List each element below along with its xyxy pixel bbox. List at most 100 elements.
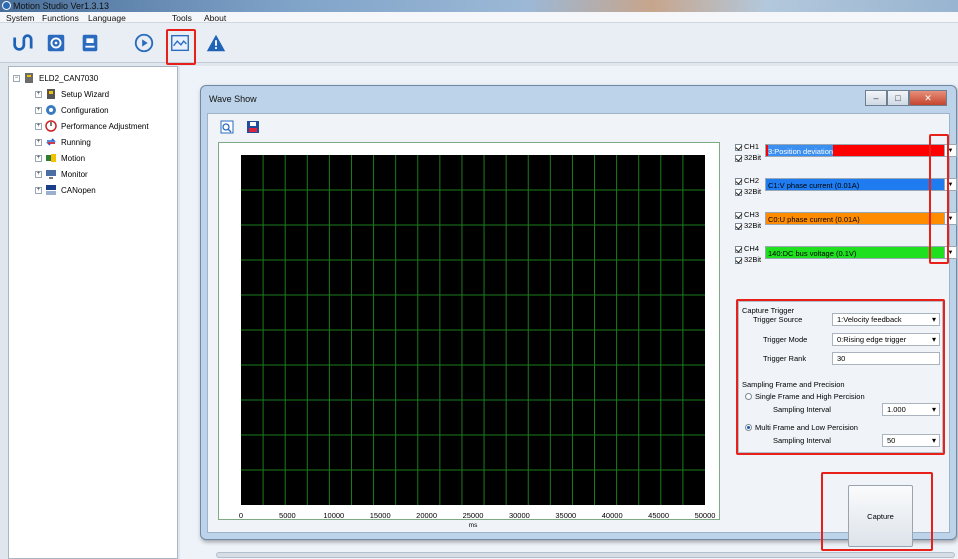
x-tick-label: 0 — [238, 511, 244, 520]
expand-icon[interactable]: + — [35, 122, 42, 130]
config-button[interactable] — [44, 31, 68, 55]
ch4-32bit-checkbox[interactable] — [735, 256, 742, 264]
ch1-32bit-checkbox[interactable] — [735, 154, 742, 162]
ch4-32bit-label: 32Bit — [744, 255, 762, 264]
ch1-label: CH1 — [744, 142, 760, 151]
x-tick-label: 45000 — [648, 511, 670, 520]
menu-system[interactable]: System — [6, 13, 34, 23]
horizontal-scrollbar[interactable] — [216, 552, 955, 558]
ch2-select[interactable]: C1:V phase current (0.01A) — [765, 178, 945, 191]
ch3-32bit-label: 32Bit — [744, 221, 762, 230]
tree-root[interactable]: − ELD2_CAN7030 — [13, 71, 98, 85]
window-controls: – □ ✕ — [865, 90, 947, 106]
ch4-value: 140:DC bus voltage (0.1V) — [768, 249, 857, 258]
x-tick-label: 15000 — [369, 511, 391, 520]
app-title: Motion Studio Ver1.3.13 — [13, 1, 110, 11]
highlight-capture-settings — [736, 299, 945, 455]
wizard-icon — [47, 89, 55, 99]
tree-root-label: ELD2_CAN7030 — [39, 73, 99, 83]
tree-item-motion[interactable]: + Motion — [35, 151, 85, 165]
menu-functions[interactable]: Functions — [42, 13, 79, 23]
motor-button[interactable] — [10, 31, 34, 55]
ch1-select[interactable]: 3:Position deviation — [765, 144, 945, 157]
tree-item-performance-adjustment[interactable]: + Performance Adjustment — [35, 119, 149, 133]
ch1-32bit-label: 32Bit — [744, 153, 762, 162]
x-tick-label: 10000 — [323, 511, 345, 520]
tree-item-label: CANopen — [61, 185, 96, 195]
toolbar — [0, 23, 958, 63]
wave-plot — [241, 155, 705, 505]
x-axis-unit: ms — [468, 522, 478, 529]
drive-icon — [25, 73, 33, 83]
tree-item-configuration[interactable]: + Configuration — [35, 103, 109, 117]
menu-bar: System Functions Language Tools About — [0, 12, 958, 23]
expand-icon[interactable]: + — [35, 186, 42, 194]
save-icon[interactable] — [246, 120, 260, 134]
tree-item-setup-wizard[interactable]: + Setup Wizard — [35, 87, 109, 101]
expand-icon[interactable]: + — [35, 138, 42, 146]
x-tick-label: 25000 — [462, 511, 484, 520]
ch3-checkbox[interactable] — [735, 211, 742, 219]
tree-item-label: Monitor — [61, 169, 88, 179]
tree-item-canopen[interactable]: + CANopen — [35, 183, 96, 197]
ch2-checkbox[interactable] — [735, 177, 742, 185]
menu-about[interactable]: About — [204, 13, 226, 23]
document-button[interactable] — [78, 31, 102, 55]
tree-item-label: Motion — [61, 153, 86, 163]
menu-language[interactable]: Language — [88, 13, 126, 23]
window-title: Wave Show — [209, 94, 257, 104]
ch3-value: C0:U phase current (0.01A) — [768, 215, 860, 224]
maximize-button[interactable]: □ — [887, 90, 909, 106]
x-tick-label: 30000 — [508, 511, 530, 520]
wave-plot-frame: 0 5000 10000 15000 20000 25000 30000 35000 40000… — [218, 142, 720, 529]
ch4-select[interactable]: 140:DC bus voltage (0.1V) — [765, 246, 945, 259]
zoom-icon[interactable] — [220, 120, 234, 134]
close-icon: ✕ — [924, 92, 932, 103]
play-button[interactable] — [132, 31, 156, 55]
collapse-icon[interactable]: − — [13, 74, 20, 82]
x-tick-label: 35000 — [555, 511, 577, 520]
motion-icon — [46, 154, 56, 162]
warning-button[interactable] — [204, 31, 228, 55]
x-tick-label: 5000 — [279, 511, 296, 520]
minimize-icon: – — [873, 93, 879, 103]
highlight-capture-button — [821, 472, 933, 551]
expand-icon[interactable]: + — [35, 90, 42, 98]
ch4-label: CH4 — [744, 244, 760, 253]
document-icon — [82, 34, 98, 52]
performance-icon — [45, 120, 57, 132]
tree-item-monitor[interactable]: + Monitor — [35, 167, 88, 181]
tree-item-running[interactable]: + Running — [35, 135, 91, 149]
play-icon — [134, 33, 154, 53]
ch3-select[interactable]: C0:U phase current (0.01A) — [765, 212, 945, 225]
tree-item-label: Configuration — [61, 105, 109, 115]
expand-icon[interactable]: + — [35, 154, 42, 162]
gear-icon — [46, 105, 56, 115]
wave-client-area: 0 5000 10000 15000 20000 25000 30000 35000 40000… — [207, 113, 957, 558]
maximize-icon: □ — [895, 93, 901, 103]
warning-icon — [206, 34, 226, 52]
highlight-wave-button — [166, 29, 196, 65]
expand-icon[interactable]: + — [35, 106, 42, 114]
menu-tools[interactable]: Tools — [172, 13, 192, 23]
ch1-checkbox[interactable] — [735, 143, 742, 151]
ch4-checkbox[interactable] — [735, 245, 742, 253]
minimize-button[interactable]: – — [865, 90, 887, 106]
wave-show-window: Wave Show – □ ✕ 0 5000 10000 15000 20000 2500… — [200, 85, 957, 558]
monitor-icon — [46, 170, 56, 179]
tree-item-label: Setup Wizard — [61, 89, 110, 99]
ch3-32bit-checkbox[interactable] — [735, 222, 742, 230]
ch1-value: 3:Position deviation — [768, 145, 834, 156]
ch2-32bit-checkbox[interactable] — [735, 188, 742, 196]
highlight-channel-dropdowns — [929, 134, 949, 264]
expand-icon[interactable]: + — [35, 170, 42, 178]
canopen-icon — [46, 185, 56, 195]
running-icon — [46, 138, 56, 146]
close-button[interactable]: ✕ — [909, 90, 947, 106]
tree-item-label: Running — [61, 137, 91, 147]
tree-item-label: Performance Adjustment — [61, 121, 149, 131]
ch2-32bit-label: 32Bit — [744, 187, 762, 196]
x-tick-label: 40000 — [601, 511, 623, 520]
ch2-value: C1:V phase current (0.01A) — [768, 181, 860, 190]
ch2-label: CH2 — [744, 176, 760, 185]
